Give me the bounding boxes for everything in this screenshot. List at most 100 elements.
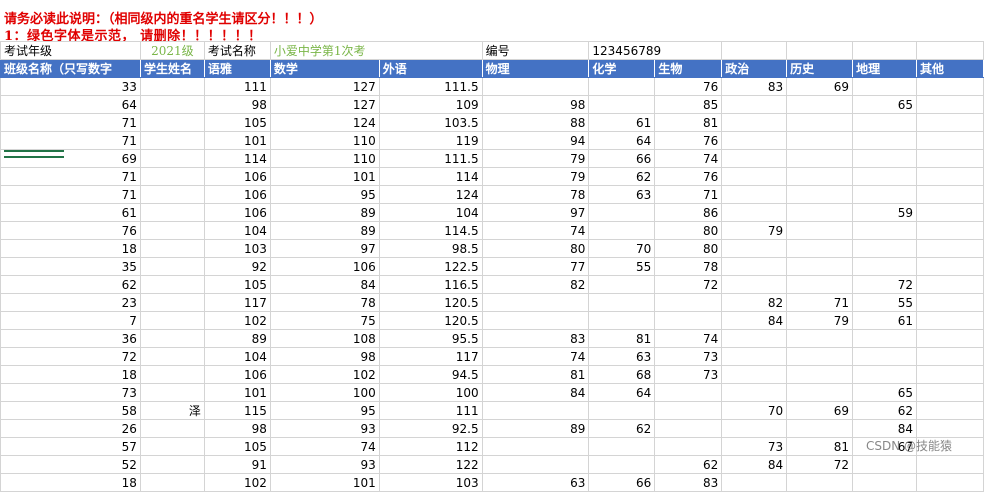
- table-cell[interactable]: 127: [269, 77, 380, 96]
- table-cell[interactable]: [481, 311, 590, 330]
- table-cell[interactable]: [786, 185, 854, 204]
- table-cell[interactable]: 117: [378, 347, 483, 366]
- table-cell[interactable]: [852, 473, 917, 492]
- table-cell[interactable]: [721, 257, 788, 276]
- grade-label[interactable]: 考试年级: [0, 41, 141, 60]
- column-header[interactable]: 语雅: [203, 59, 271, 78]
- column-header[interactable]: 生物: [654, 59, 723, 78]
- student-name-cell[interactable]: [139, 347, 205, 366]
- table-cell[interactable]: 120.5: [378, 311, 483, 330]
- table-cell[interactable]: 23: [0, 293, 141, 312]
- table-cell[interactable]: [915, 365, 984, 384]
- student-name-cell[interactable]: [139, 473, 205, 492]
- table-cell[interactable]: [588, 275, 656, 294]
- student-name-cell[interactable]: [139, 131, 205, 150]
- table-cell[interactable]: 124: [269, 113, 380, 132]
- table-cell[interactable]: [915, 275, 984, 294]
- table-cell[interactable]: 18: [0, 239, 141, 258]
- table-cell[interactable]: [786, 239, 854, 258]
- table-cell[interactable]: 98: [203, 419, 271, 438]
- table-cell[interactable]: 76: [0, 221, 141, 240]
- table-cell[interactable]: 98: [481, 95, 590, 114]
- table-cell[interactable]: [852, 185, 917, 204]
- table-cell[interactable]: 100: [269, 383, 380, 402]
- table-cell[interactable]: [721, 149, 788, 168]
- table-cell[interactable]: [852, 455, 917, 474]
- table-cell[interactable]: 102: [203, 311, 271, 330]
- table-cell[interactable]: 81: [654, 113, 723, 132]
- table-cell[interactable]: 70: [588, 239, 656, 258]
- table-cell[interactable]: 106: [203, 167, 271, 186]
- table-cell[interactable]: [721, 275, 788, 294]
- table-cell[interactable]: [915, 113, 984, 132]
- table-cell[interactable]: 76: [654, 131, 723, 150]
- table-cell[interactable]: 98: [269, 347, 380, 366]
- column-header[interactable]: 地理: [852, 59, 917, 78]
- table-cell[interactable]: [588, 311, 656, 330]
- table-cell[interactable]: 110: [269, 149, 380, 168]
- table-cell[interactable]: [721, 203, 788, 222]
- table-cell[interactable]: [654, 311, 723, 330]
- table-cell[interactable]: 116.5: [378, 275, 483, 294]
- table-cell[interactable]: 89: [481, 419, 590, 438]
- table-cell[interactable]: 74: [269, 437, 380, 456]
- table-cell[interactable]: 101: [203, 383, 271, 402]
- table-cell[interactable]: 77: [481, 257, 590, 276]
- table-cell[interactable]: 91: [203, 455, 271, 474]
- table-cell[interactable]: 114: [203, 149, 271, 168]
- column-header[interactable]: 其他: [915, 59, 984, 78]
- code-value[interactable]: 123456789: [588, 41, 723, 60]
- table-cell[interactable]: 122: [378, 455, 483, 474]
- table-cell[interactable]: 64: [588, 131, 656, 150]
- table-cell[interactable]: 105: [203, 437, 271, 456]
- student-name-cell[interactable]: [139, 167, 205, 186]
- table-cell[interactable]: 63: [588, 185, 656, 204]
- table-cell[interactable]: [654, 293, 723, 312]
- table-cell[interactable]: [481, 455, 590, 474]
- table-cell[interactable]: 70: [721, 401, 788, 420]
- table-cell[interactable]: 92: [203, 257, 271, 276]
- table-cell[interactable]: 73: [721, 437, 788, 456]
- table-cell[interactable]: 117: [203, 293, 271, 312]
- table-cell[interactable]: 89: [269, 221, 380, 240]
- empty-cell[interactable]: [786, 41, 854, 60]
- table-cell[interactable]: 111.5: [378, 77, 483, 96]
- table-cell[interactable]: 63: [481, 473, 590, 492]
- table-cell[interactable]: 71: [0, 167, 141, 186]
- student-name-cell[interactable]: [139, 293, 205, 312]
- table-cell[interactable]: 52: [0, 455, 141, 474]
- table-cell[interactable]: [481, 77, 590, 96]
- table-cell[interactable]: 18: [0, 365, 141, 384]
- table-cell[interactable]: 71: [0, 131, 141, 150]
- table-cell[interactable]: [786, 473, 854, 492]
- student-name-cell[interactable]: [139, 239, 205, 258]
- column-header[interactable]: 学生姓名: [139, 59, 205, 78]
- table-cell[interactable]: 61: [588, 113, 656, 132]
- table-cell[interactable]: 65: [852, 383, 917, 402]
- table-cell[interactable]: 33: [0, 77, 141, 96]
- table-cell[interactable]: 95: [269, 185, 380, 204]
- table-cell[interactable]: 89: [269, 203, 380, 222]
- column-header[interactable]: 外语: [378, 59, 483, 78]
- table-cell[interactable]: 94.5: [378, 365, 483, 384]
- table-cell[interactable]: 74: [481, 347, 590, 366]
- table-cell[interactable]: 62: [588, 419, 656, 438]
- student-name-cell[interactable]: [139, 221, 205, 240]
- table-cell[interactable]: [915, 149, 984, 168]
- student-name-cell[interactable]: [139, 383, 205, 402]
- table-cell[interactable]: [654, 401, 723, 420]
- table-cell[interactable]: 97: [269, 239, 380, 258]
- table-cell[interactable]: 55: [852, 293, 917, 312]
- table-cell[interactable]: 79: [481, 167, 590, 186]
- column-header[interactable]: 历史: [786, 59, 854, 78]
- table-cell[interactable]: 66: [588, 149, 656, 168]
- table-cell[interactable]: 112: [378, 437, 483, 456]
- table-cell[interactable]: 84: [721, 311, 788, 330]
- table-cell[interactable]: 114.5: [378, 221, 483, 240]
- table-cell[interactable]: 59: [852, 203, 917, 222]
- table-cell[interactable]: 111: [378, 401, 483, 420]
- table-cell[interactable]: 61: [0, 203, 141, 222]
- table-cell[interactable]: [915, 257, 984, 276]
- table-cell[interactable]: 115: [203, 401, 271, 420]
- table-cell[interactable]: [786, 149, 854, 168]
